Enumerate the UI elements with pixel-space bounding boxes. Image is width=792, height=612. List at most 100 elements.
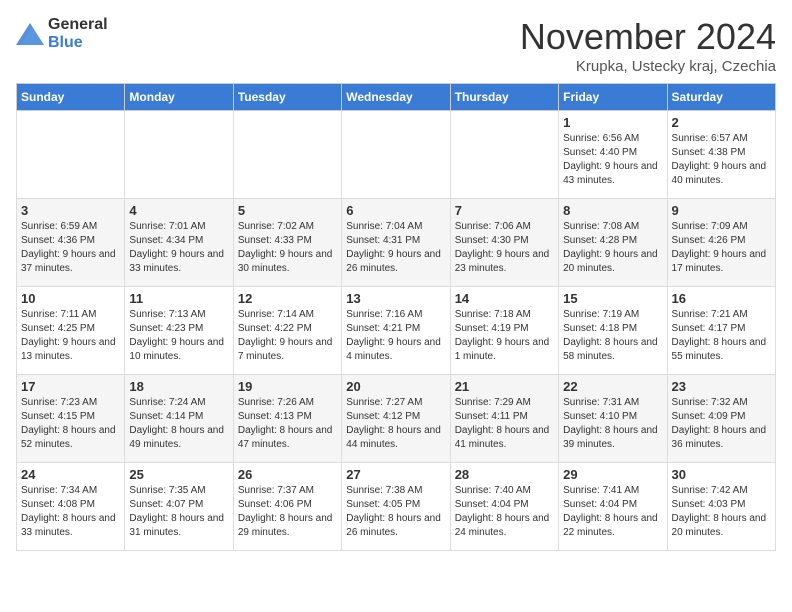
- calendar-cell: 29 Sunrise: 7:41 AM Sunset: 4:04 PM Dayli…: [559, 463, 667, 551]
- calendar-cell: 15 Sunrise: 7:19 AM Sunset: 4:18 PM Dayli…: [559, 287, 667, 375]
- day-number: 25: [129, 467, 228, 482]
- location: Krupka, Ustecky kraj, Czechia: [520, 58, 776, 75]
- day-number: 29: [563, 467, 662, 482]
- day-info: Sunrise: 7:27 AM Sunset: 4:12 PM Dayligh…: [346, 396, 445, 452]
- day-number: 15: [563, 291, 662, 306]
- day-number: 21: [455, 379, 554, 394]
- calendar-cell: 2 Sunrise: 6:57 AM Sunset: 4:38 PM Daylig…: [667, 111, 775, 199]
- day-info: Sunrise: 7:26 AM Sunset: 4:13 PM Dayligh…: [238, 396, 337, 452]
- calendar-cell: 22 Sunrise: 7:31 AM Sunset: 4:10 PM Dayli…: [559, 375, 667, 463]
- day-number: 14: [455, 291, 554, 306]
- calendar-cell: 19 Sunrise: 7:26 AM Sunset: 4:13 PM Dayli…: [233, 375, 341, 463]
- day-number: 20: [346, 379, 445, 394]
- calendar-week-row: 1 Sunrise: 6:56 AM Sunset: 4:40 PM Daylig…: [17, 111, 776, 199]
- calendar-header-monday: Monday: [125, 84, 233, 111]
- day-number: 3: [21, 203, 120, 218]
- day-info: Sunrise: 7:38 AM Sunset: 4:05 PM Dayligh…: [346, 484, 445, 540]
- day-number: 8: [563, 203, 662, 218]
- day-info: Sunrise: 6:59 AM Sunset: 4:36 PM Dayligh…: [21, 220, 120, 276]
- calendar-cell: 18Sunrise: 7:24 AM Sunset: 4:14 PM Dayli…: [125, 375, 233, 463]
- logo-icon: [16, 23, 44, 45]
- calendar-cell: 25 Sunrise: 7:35 AM Sunset: 4:07 PM Dayli…: [125, 463, 233, 551]
- day-info: Sunrise: 7:08 AM Sunset: 4:28 PM Dayligh…: [563, 220, 662, 276]
- calendar-cell: 23Sunrise: 7:32 AM Sunset: 4:09 PM Dayli…: [667, 375, 775, 463]
- calendar-cell: 24Sunrise: 7:34 AM Sunset: 4:08 PM Dayli…: [17, 463, 125, 551]
- calendar-header-wednesday: Wednesday: [342, 84, 450, 111]
- calendar-cell: 13 Sunrise: 7:16 AM Sunset: 4:21 PM Dayli…: [342, 287, 450, 375]
- day-info: Sunrise: 7:16 AM Sunset: 4:21 PM Dayligh…: [346, 308, 445, 364]
- calendar-header-thursday: Thursday: [450, 84, 558, 111]
- day-number: 11: [129, 291, 228, 306]
- logo: General Blue: [16, 16, 108, 51]
- calendar-cell: 10 Sunrise: 7:11 AM Sunset: 4:25 PM Dayli…: [17, 287, 125, 375]
- day-info: Sunrise: 7:23 AM Sunset: 4:15 PM Dayligh…: [21, 396, 120, 452]
- calendar-header-row: SundayMondayTuesdayWednesdayThursdayFrid…: [17, 84, 776, 111]
- day-info: Sunrise: 7:29 AM Sunset: 4:11 PM Dayligh…: [455, 396, 554, 452]
- day-number: 4: [129, 203, 228, 218]
- calendar-cell: 7Sunrise: 7:06 AM Sunset: 4:30 PM Daylig…: [450, 199, 558, 287]
- day-number: 10: [21, 291, 120, 306]
- day-info: Sunrise: 6:57 AM Sunset: 4:38 PM Dayligh…: [672, 132, 771, 188]
- calendar-header-tuesday: Tuesday: [233, 84, 341, 111]
- day-info: Sunrise: 7:37 AM Sunset: 4:06 PM Dayligh…: [238, 484, 337, 540]
- day-info: Sunrise: 7:35 AM Sunset: 4:07 PM Dayligh…: [129, 484, 228, 540]
- calendar-cell: [342, 111, 450, 199]
- day-info: Sunrise: 7:19 AM Sunset: 4:18 PM Dayligh…: [563, 308, 662, 364]
- calendar-cell: 5 Sunrise: 7:02 AM Sunset: 4:33 PM Daylig…: [233, 199, 341, 287]
- header: General Blue November 2024 Krupka, Ustec…: [16, 16, 776, 75]
- calendar-cell: 6 Sunrise: 7:04 AM Sunset: 4:31 PM Daylig…: [342, 199, 450, 287]
- day-number: 19: [238, 379, 337, 394]
- day-info: Sunrise: 7:02 AM Sunset: 4:33 PM Dayligh…: [238, 220, 337, 276]
- day-number: 16: [672, 291, 771, 306]
- calendar-cell: 1 Sunrise: 6:56 AM Sunset: 4:40 PM Daylig…: [559, 111, 667, 199]
- day-info: Sunrise: 7:21 AM Sunset: 4:17 PM Dayligh…: [672, 308, 771, 364]
- logo-blue: Blue: [48, 34, 83, 51]
- calendar-header-saturday: Saturday: [667, 84, 775, 111]
- day-info: Sunrise: 7:11 AM Sunset: 4:25 PM Dayligh…: [21, 308, 120, 364]
- day-info: Sunrise: 7:14 AM Sunset: 4:22 PM Dayligh…: [238, 308, 337, 364]
- calendar-cell: 11Sunrise: 7:13 AM Sunset: 4:23 PM Dayli…: [125, 287, 233, 375]
- calendar-cell: 26 Sunrise: 7:37 AM Sunset: 4:06 PM Dayli…: [233, 463, 341, 551]
- calendar-cell: 14 Sunrise: 7:18 AM Sunset: 4:19 PM Dayli…: [450, 287, 558, 375]
- calendar-cell: 20 Sunrise: 7:27 AM Sunset: 4:12 PM Dayli…: [342, 375, 450, 463]
- calendar-cell: [450, 111, 558, 199]
- calendar-cell: 12Sunrise: 7:14 AM Sunset: 4:22 PM Dayli…: [233, 287, 341, 375]
- day-info: Sunrise: 7:01 AM Sunset: 4:34 PM Dayligh…: [129, 220, 228, 276]
- calendar-table: SundayMondayTuesdayWednesdayThursdayFrid…: [16, 83, 776, 551]
- calendar-cell: [233, 111, 341, 199]
- day-number: 2: [672, 115, 771, 130]
- day-number: 13: [346, 291, 445, 306]
- day-number: 17: [21, 379, 120, 394]
- day-info: Sunrise: 6:56 AM Sunset: 4:40 PM Dayligh…: [563, 132, 662, 188]
- calendar-cell: 8 Sunrise: 7:08 AM Sunset: 4:28 PM Daylig…: [559, 199, 667, 287]
- day-number: 23: [672, 379, 771, 394]
- day-number: 30: [672, 467, 771, 482]
- day-number: 6: [346, 203, 445, 218]
- calendar-cell: 21 Sunrise: 7:29 AM Sunset: 4:11 PM Dayli…: [450, 375, 558, 463]
- calendar-cell: 17 Sunrise: 7:23 AM Sunset: 4:15 PM Dayli…: [17, 375, 125, 463]
- day-info: Sunrise: 7:41 AM Sunset: 4:04 PM Dayligh…: [563, 484, 662, 540]
- day-number: 1: [563, 115, 662, 130]
- calendar-cell: [125, 111, 233, 199]
- day-info: Sunrise: 7:18 AM Sunset: 4:19 PM Dayligh…: [455, 308, 554, 364]
- calendar-cell: [17, 111, 125, 199]
- day-number: 27: [346, 467, 445, 482]
- calendar-week-row: 17 Sunrise: 7:23 AM Sunset: 4:15 PM Dayli…: [17, 375, 776, 463]
- calendar-cell: 28Sunrise: 7:40 AM Sunset: 4:04 PM Dayli…: [450, 463, 558, 551]
- month-title: November 2024: [520, 16, 776, 58]
- calendar-cell: 16 Sunrise: 7:21 AM Sunset: 4:17 PM Dayli…: [667, 287, 775, 375]
- day-info: Sunrise: 7:04 AM Sunset: 4:31 PM Dayligh…: [346, 220, 445, 276]
- day-info: Sunrise: 7:42 AM Sunset: 4:03 PM Dayligh…: [672, 484, 771, 540]
- calendar-cell: 4 Sunrise: 7:01 AM Sunset: 4:34 PM Daylig…: [125, 199, 233, 287]
- day-number: 9: [672, 203, 771, 218]
- day-number: 26: [238, 467, 337, 482]
- day-info: Sunrise: 7:31 AM Sunset: 4:10 PM Dayligh…: [563, 396, 662, 452]
- day-info: Sunrise: 7:40 AM Sunset: 4:04 PM Dayligh…: [455, 484, 554, 540]
- calendar-cell: 9Sunrise: 7:09 AM Sunset: 4:26 PM Daylig…: [667, 199, 775, 287]
- day-number: 5: [238, 203, 337, 218]
- calendar-week-row: 24Sunrise: 7:34 AM Sunset: 4:08 PM Dayli…: [17, 463, 776, 551]
- day-number: 24: [21, 467, 120, 482]
- title-area: November 2024 Krupka, Ustecky kraj, Czec…: [520, 16, 776, 75]
- day-number: 18: [129, 379, 228, 394]
- day-number: 22: [563, 379, 662, 394]
